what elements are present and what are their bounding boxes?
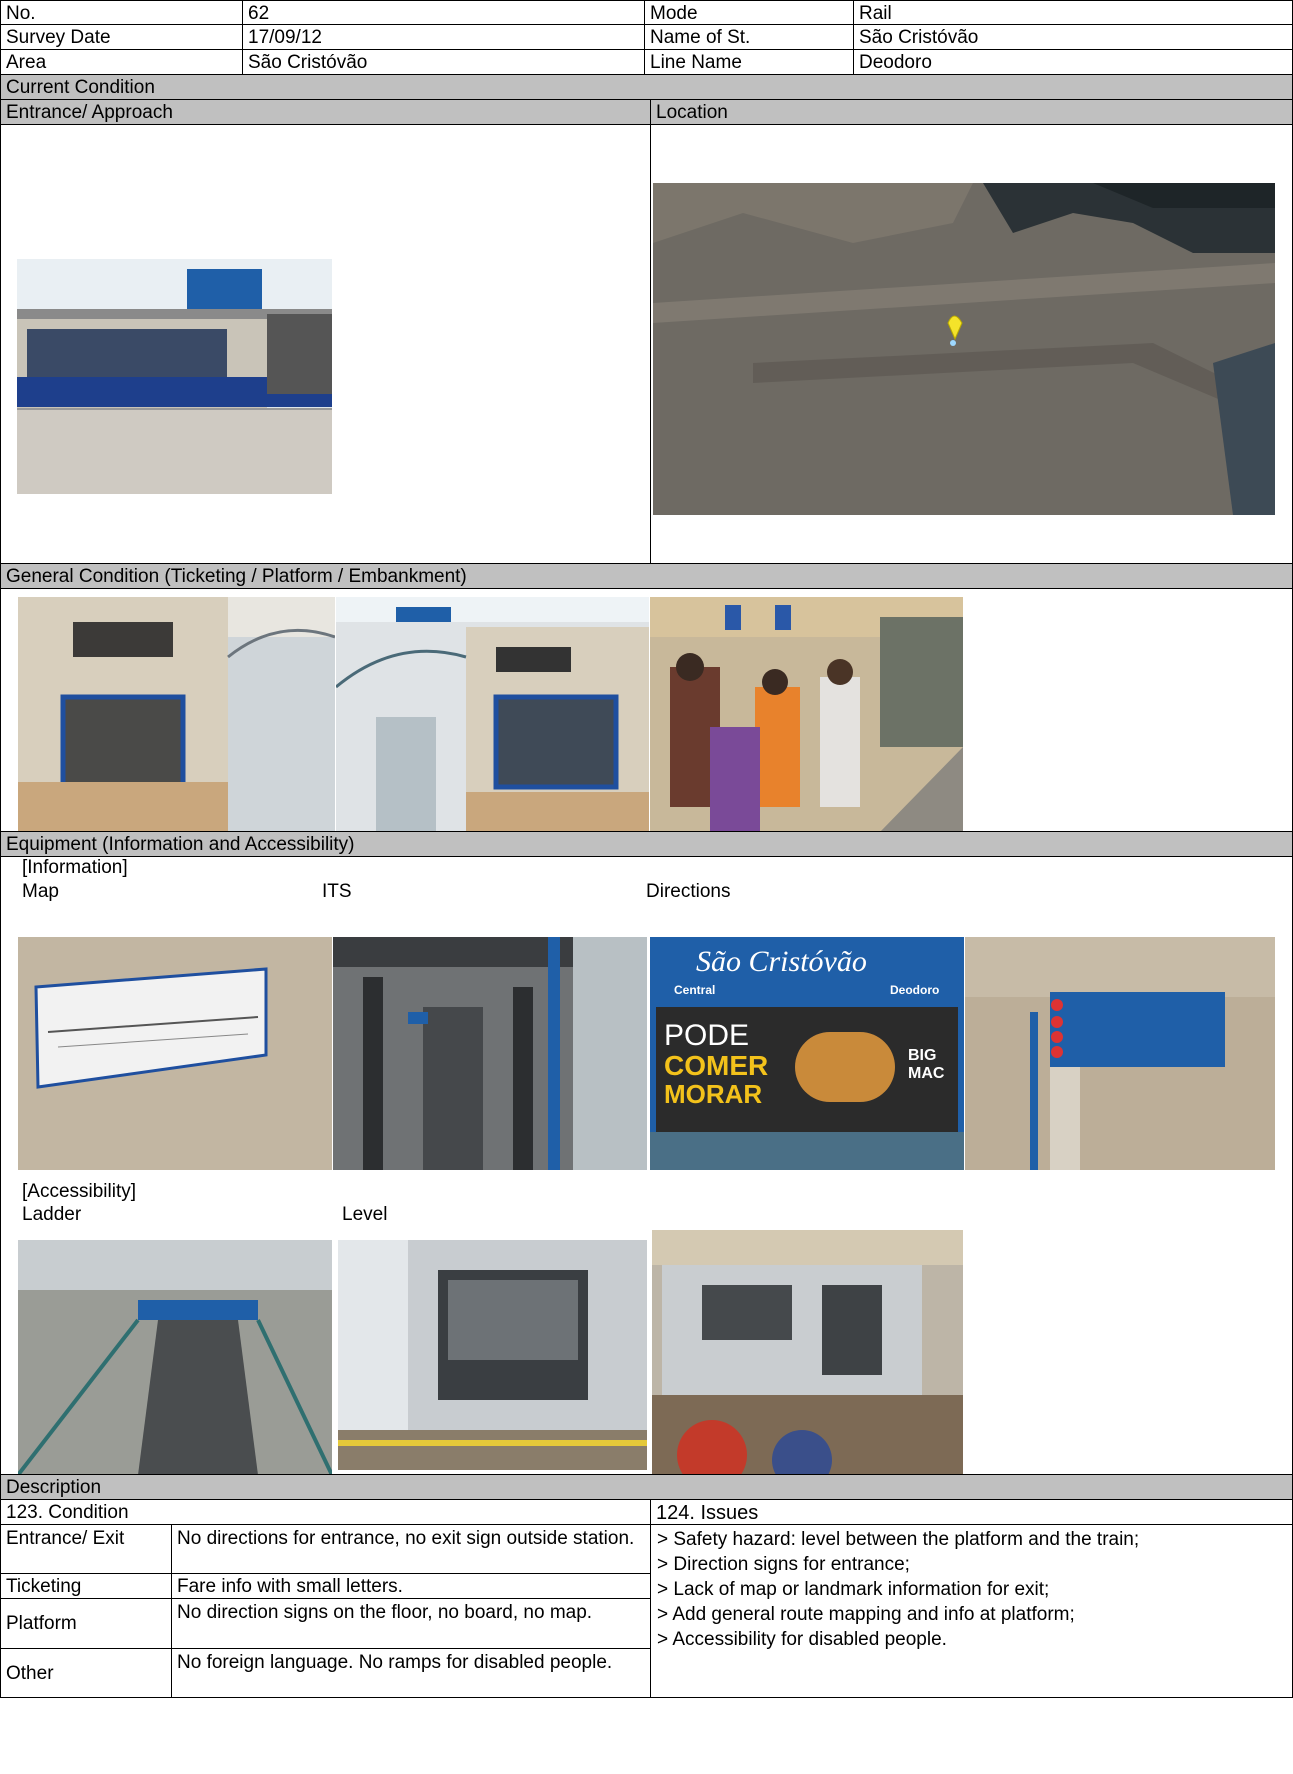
ladder-art: [18, 1240, 332, 1475]
entrance-photo: [17, 259, 332, 494]
information-subheader: [Information]: [22, 857, 128, 878]
ad-text-2: COMER: [664, 1050, 769, 1081]
area-value: São Cristóvão: [242, 49, 645, 75]
station-sign-title: São Cristóvão: [696, 945, 867, 978]
location-satellite-map: [653, 183, 1275, 515]
description-header: Description: [0, 1474, 1293, 1500]
accessibility-subheader: [Accessibility]: [22, 1181, 137, 1202]
ad-text-1: PODE: [664, 1019, 750, 1052]
ad-big-text: BIG: [908, 1047, 937, 1064]
condition-row-text: Fare info with small letters.: [171, 1573, 651, 1599]
equipment-header: Equipment (Information and Accessibility…: [0, 831, 1293, 857]
map-board-art: [18, 937, 332, 1170]
current-condition-header: Current Condition: [0, 74, 1293, 100]
condition-header: 123. Condition: [0, 1499, 651, 1525]
station-name-label: Name of St.: [644, 24, 854, 50]
level-train-photo-1: [338, 1240, 647, 1470]
mode-label: Mode: [644, 0, 854, 25]
burger-image: [795, 1032, 895, 1102]
condition-row-label: Entrance/ Exit: [0, 1524, 172, 1574]
issues-header: 124. Issues: [650, 1499, 1293, 1525]
platform-crowd-art: [650, 597, 963, 832]
condition-row-text: No direction signs on the floor, no boar…: [171, 1598, 651, 1649]
condition-row-label: Other: [0, 1648, 172, 1698]
platform-crowd-photo: [650, 597, 963, 832]
survey-date-value: 17/09/12: [242, 24, 645, 50]
issue-item: > Safety hazard: level between the platf…: [657, 1529, 1140, 1550]
sign-base: [650, 1132, 964, 1170]
satellite-map-art: [653, 183, 1275, 515]
level-train-photo-2: [652, 1230, 963, 1475]
its-caption: ITS: [322, 881, 352, 902]
ticket-booth-photo-1: [18, 597, 335, 832]
survey-date-label: Survey Date: [0, 24, 243, 50]
line-name-value: Deodoro: [853, 49, 1293, 75]
its-turnstile-photo: [333, 937, 647, 1170]
its-turnstile-art: [333, 937, 647, 1170]
issue-item: > Accessibility for disabled people.: [657, 1629, 947, 1650]
station-name-value: São Cristóvão: [853, 24, 1293, 50]
level-caption: Level: [342, 1204, 388, 1225]
direction-board-photo: [965, 937, 1275, 1170]
area-label: Area: [0, 49, 243, 75]
condition-row-text: No directions for entrance, no exit sign…: [171, 1524, 651, 1574]
ticket-booth-photo-2: [336, 597, 649, 832]
line-name-label: Line Name: [644, 49, 854, 75]
location-header: Location: [650, 99, 1293, 125]
directions-caption: Directions: [646, 881, 731, 902]
condition-row-text: No foreign language. No ramps for disabl…: [171, 1648, 651, 1698]
condition-row-label: Platform: [0, 1598, 172, 1649]
no-value: 62: [242, 0, 645, 25]
ladder-caption: Ladder: [22, 1204, 82, 1225]
no-label: No.: [0, 0, 243, 25]
station-sign-photo: São Cristóvão Central Deodoro PODE COMER…: [650, 937, 964, 1170]
entrance-approach-header: Entrance/ Approach: [0, 99, 651, 125]
ticket-booth-art-2: [336, 597, 649, 832]
issue-item: > Direction signs for entrance;: [657, 1554, 910, 1575]
map-board-photo: [18, 937, 332, 1170]
map-caption: Map: [22, 881, 59, 902]
issues-list: > Safety hazard: level between the platf…: [650, 1524, 1293, 1698]
level-train-art-1: [338, 1240, 647, 1470]
mode-value: Rail: [853, 0, 1293, 25]
ad-text-3: MORAR: [664, 1079, 763, 1109]
ticket-booth-art-1: [18, 597, 335, 832]
entrance-photo-art: [17, 259, 332, 494]
condition-row-label: Ticketing: [0, 1573, 172, 1599]
general-condition-header: General Condition (Ticketing / Platform …: [0, 563, 1293, 589]
station-sign-left: Central: [674, 983, 716, 997]
issue-item: > Lack of map or landmark information fo…: [657, 1579, 1050, 1600]
ad-mac-text: MAC: [908, 1065, 945, 1082]
level-train-art-2: [652, 1230, 963, 1475]
direction-board-art: [965, 937, 1275, 1170]
issue-item: > Add general route mapping and info at …: [657, 1604, 1075, 1625]
ladder-photo: [18, 1240, 332, 1475]
station-sign-right: Deodoro: [890, 983, 940, 997]
